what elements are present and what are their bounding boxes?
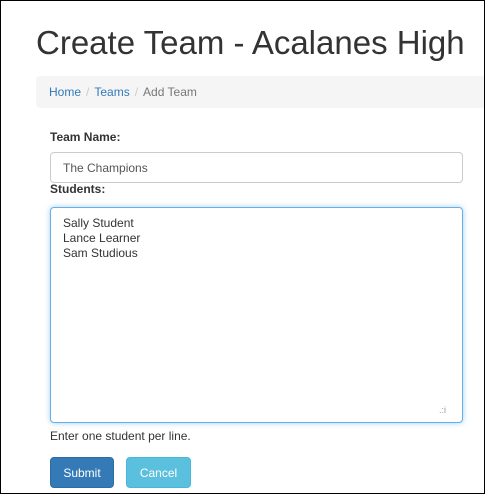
breadcrumb-separator: /	[134, 85, 139, 99]
students-textarea[interactable]: Sally Student Lance Learner Sam Studious	[50, 207, 463, 423]
team-name-input[interactable]	[50, 152, 463, 183]
page-title: Create Team - Acalanes High	[36, 24, 465, 61]
breadcrumb-teams-link[interactable]: Teams	[94, 85, 129, 99]
breadcrumb: Home / Teams / Add Team	[36, 76, 484, 108]
breadcrumb-home-link[interactable]: Home	[49, 85, 81, 99]
cancel-button[interactable]: Cancel	[126, 457, 191, 488]
resize-grip-icon[interactable]: .:i	[439, 405, 446, 415]
students-label: Students:	[50, 182, 106, 196]
breadcrumb-separator: /	[86, 85, 90, 99]
breadcrumb-current: Add Team	[143, 85, 197, 99]
submit-button[interactable]: Submit	[50, 457, 114, 488]
page-frame: Create Team - Acalanes High Home / Teams / A…	[0, 0, 485, 494]
students-help-text: Enter one student per line.	[50, 429, 191, 443]
team-name-label: Team Name:	[50, 130, 121, 144]
